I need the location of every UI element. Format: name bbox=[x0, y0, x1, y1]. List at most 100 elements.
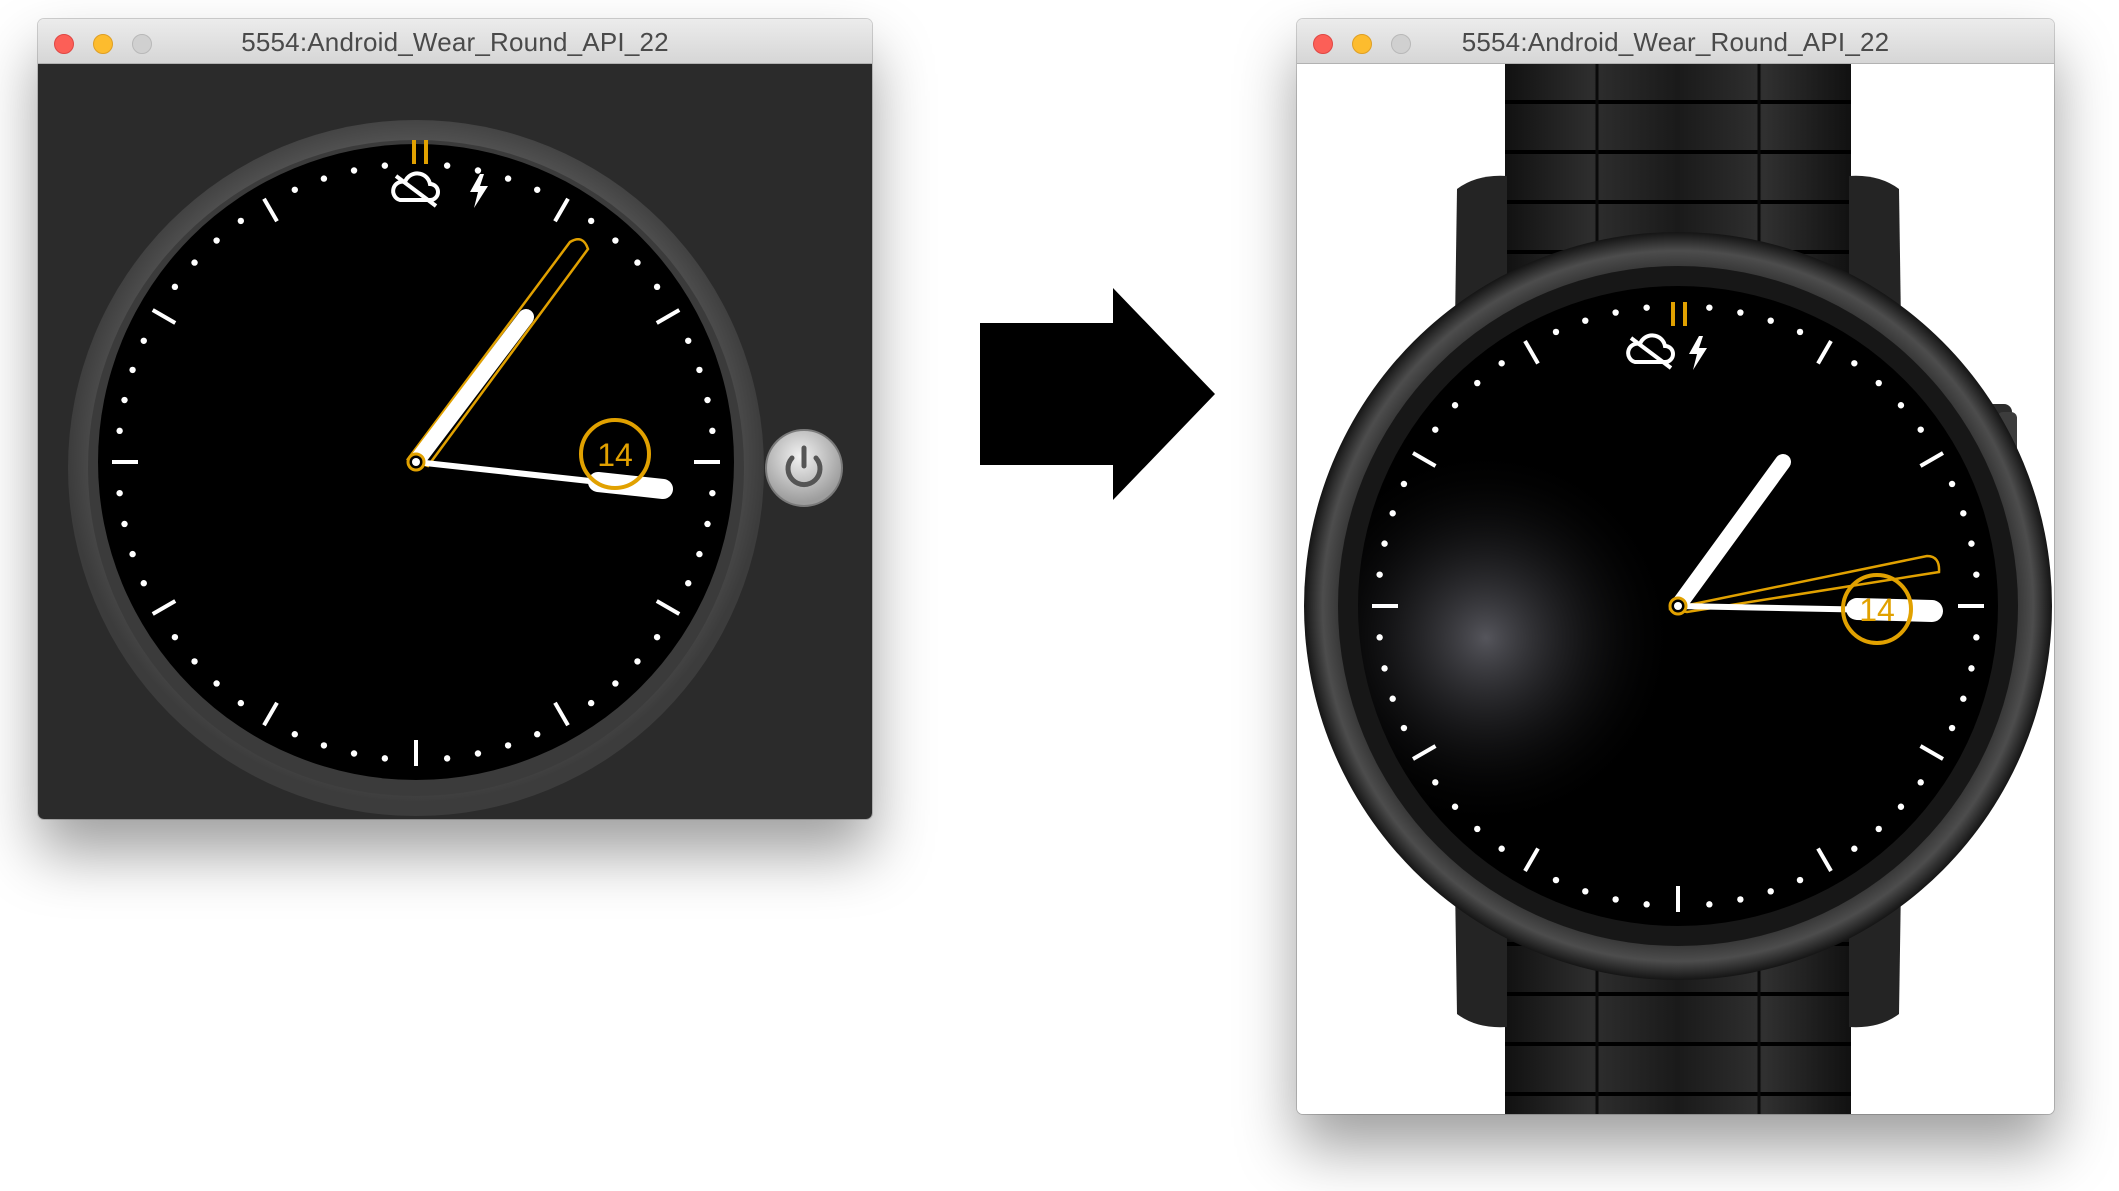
minute-dot bbox=[1737, 896, 1744, 903]
right-arrow-icon bbox=[980, 288, 1215, 500]
minute-dot bbox=[1973, 571, 1980, 578]
minute-dot bbox=[1612, 309, 1619, 316]
minute-dot bbox=[1389, 510, 1396, 517]
minute-dot bbox=[1376, 634, 1383, 641]
minute-dot bbox=[116, 489, 123, 497]
minute-dot bbox=[587, 217, 595, 225]
minute-dot bbox=[1968, 665, 1975, 672]
emulator-window-left: 5554:Android_Wear_Round_API_22 14 bbox=[38, 19, 872, 819]
minute-dot bbox=[1796, 876, 1804, 884]
minute-dot bbox=[1706, 304, 1713, 311]
minute-dot bbox=[634, 259, 641, 266]
minute-dot bbox=[1376, 571, 1383, 578]
minute-dot bbox=[1767, 317, 1774, 324]
minute-dot bbox=[1552, 328, 1560, 336]
minute-dot bbox=[381, 162, 389, 169]
minute-dot bbox=[653, 633, 661, 641]
minute-dot bbox=[1917, 779, 1924, 786]
minute-dot bbox=[1451, 803, 1459, 810]
minute-dot bbox=[696, 366, 703, 374]
minute-dot bbox=[1498, 845, 1505, 852]
minute-dot bbox=[191, 259, 198, 266]
minute-dot bbox=[213, 680, 220, 687]
minute-dot bbox=[350, 167, 358, 174]
minute-dot bbox=[685, 580, 692, 587]
minute-dot bbox=[121, 520, 128, 528]
minute-dot bbox=[704, 520, 711, 528]
minute-dot bbox=[1875, 379, 1882, 387]
minute-dot bbox=[443, 755, 451, 762]
minute-dot bbox=[612, 680, 619, 687]
minute-dot bbox=[1796, 328, 1804, 336]
window-title: 5554:Android_Wear_Round_API_22 bbox=[1461, 27, 1890, 57]
minute-dot bbox=[121, 396, 128, 404]
minute-dot bbox=[504, 175, 512, 182]
minute-dot bbox=[191, 658, 198, 665]
minute-dot bbox=[534, 731, 541, 738]
minute-dot bbox=[1767, 888, 1774, 895]
minute-dot bbox=[381, 755, 389, 762]
watch-screen-left: 14 bbox=[68, 120, 843, 816]
minute-dot bbox=[291, 186, 298, 193]
minute-dot bbox=[653, 283, 661, 291]
minute-dot bbox=[1706, 901, 1713, 908]
minute-dot bbox=[350, 750, 358, 757]
minute-dot bbox=[709, 427, 716, 435]
minute-dot bbox=[504, 742, 512, 749]
minute-dot bbox=[1960, 510, 1967, 517]
minute-dot bbox=[291, 731, 298, 738]
title-bar[interactable]: 5554:Android_Wear_Round_API_22 bbox=[1297, 19, 2054, 64]
minute-dot bbox=[1451, 402, 1459, 409]
minute-dot bbox=[213, 237, 220, 244]
minute-dot bbox=[1582, 888, 1589, 895]
minute-dot bbox=[612, 237, 619, 244]
minute-dot bbox=[1389, 695, 1396, 702]
minute-dot bbox=[237, 217, 245, 225]
title-bar[interactable]: 5554:Android_Wear_Round_API_22 bbox=[38, 19, 872, 64]
minute-dot bbox=[1643, 901, 1650, 908]
minute-dot bbox=[1948, 480, 1956, 488]
minute-dot bbox=[140, 337, 147, 344]
window-title: 5554:Android_Wear_Round_API_22 bbox=[241, 27, 669, 57]
minute-dot bbox=[1737, 309, 1744, 316]
minute-dot bbox=[1973, 634, 1980, 641]
emulator-screen: 14 bbox=[38, 64, 872, 819]
minute-dot bbox=[696, 550, 703, 558]
emulator-screen: 14 bbox=[1297, 64, 2054, 1114]
minute-dot bbox=[1474, 825, 1481, 833]
minute-dot bbox=[474, 167, 482, 174]
minute-dot bbox=[1432, 779, 1439, 786]
minute-dot bbox=[474, 750, 482, 757]
minute-dot bbox=[634, 658, 641, 665]
minute-dot bbox=[1474, 379, 1481, 387]
minute-dot bbox=[1960, 695, 1967, 702]
svg-text:14: 14 bbox=[1859, 592, 1895, 628]
minute-dot bbox=[1400, 724, 1408, 732]
minute-dot bbox=[1875, 825, 1882, 833]
minute-dot bbox=[1381, 665, 1388, 672]
emulator-window-right: 5554:Android_Wear_Round_API_22 14 bbox=[1297, 19, 2054, 1114]
minute-dot bbox=[704, 396, 711, 404]
minute-dot bbox=[1643, 304, 1650, 311]
minute-dot bbox=[685, 337, 692, 344]
minute-dot bbox=[534, 186, 541, 193]
power-button[interactable] bbox=[765, 429, 843, 507]
minute-dot bbox=[237, 699, 245, 707]
minute-dot bbox=[587, 699, 595, 707]
minute-dot bbox=[1917, 426, 1924, 433]
minute-dot bbox=[129, 550, 136, 558]
minute-dot bbox=[1498, 360, 1505, 367]
svg-text:14: 14 bbox=[597, 437, 633, 473]
minute-dot bbox=[1897, 402, 1905, 409]
minute-dot bbox=[320, 175, 328, 182]
minute-dot bbox=[1582, 317, 1589, 324]
minute-dot bbox=[1968, 540, 1975, 547]
minute-dot bbox=[1948, 724, 1956, 732]
minute-dot bbox=[171, 283, 179, 291]
minute-dot bbox=[320, 742, 328, 749]
minute-dot bbox=[1381, 540, 1388, 547]
minute-dot bbox=[1851, 845, 1858, 852]
minute-dot bbox=[140, 580, 147, 587]
minute-dot bbox=[1851, 360, 1858, 367]
watch-skin: 14 bbox=[1304, 64, 2052, 1114]
